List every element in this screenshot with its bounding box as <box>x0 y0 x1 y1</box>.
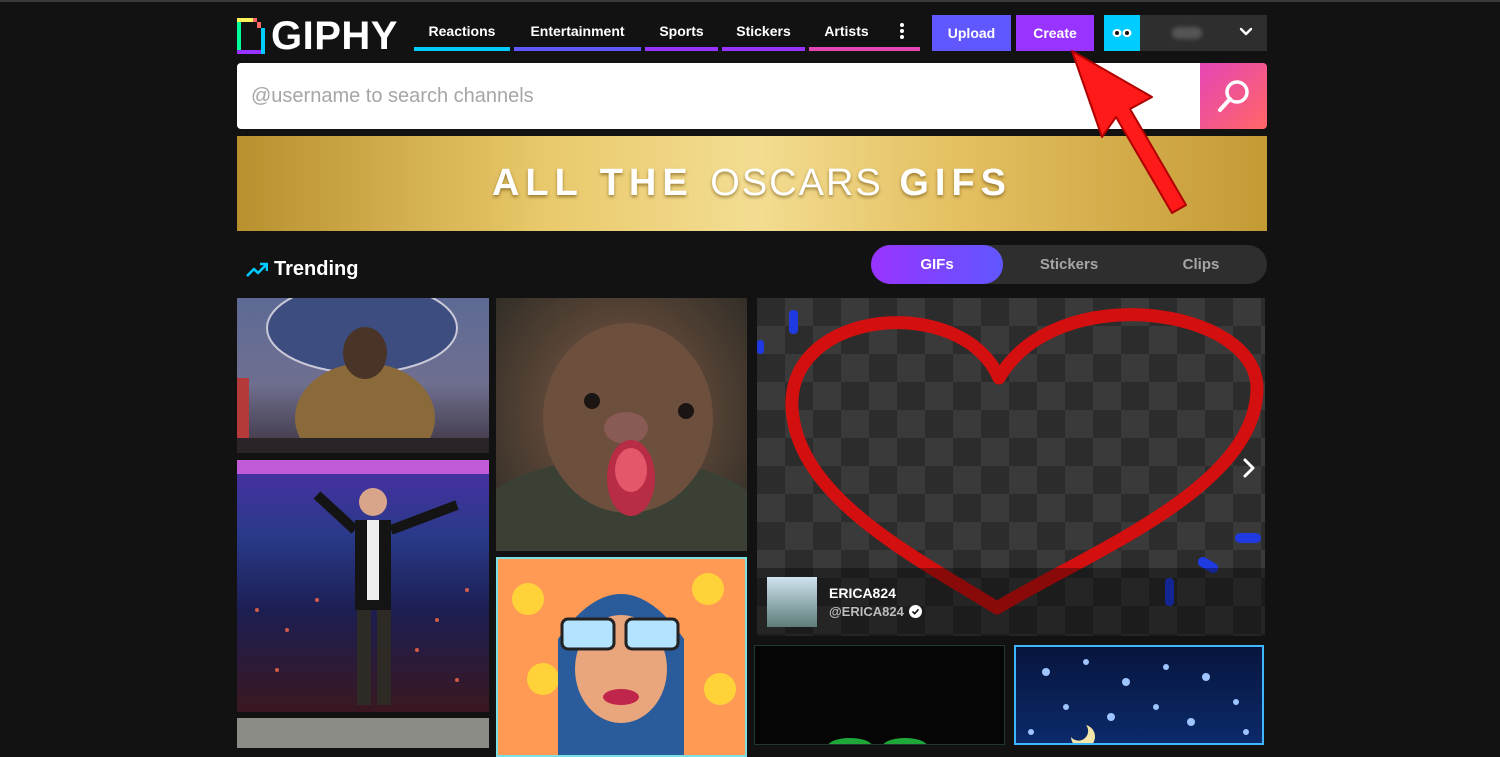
banner-part3: GIFS <box>899 162 1013 204</box>
vertical-dots-icon <box>900 23 904 39</box>
gif-tile-dancing-man[interactable] <box>237 460 489 712</box>
nav-stickers[interactable]: Stickers <box>722 15 805 51</box>
logo-wordmark: GIPHY <box>271 14 398 58</box>
gif-image <box>828 738 927 744</box>
nav-more-button[interactable] <box>884 15 920 51</box>
gif-image <box>1028 659 1249 743</box>
chevron-down-icon <box>1239 27 1253 36</box>
trending-title: Trending <box>274 258 359 280</box>
nav-label: Stickers <box>736 23 791 39</box>
nav-reactions[interactable]: Reactions <box>414 15 510 51</box>
tab-clips[interactable]: Clips <box>1135 245 1267 284</box>
gif-image <box>496 323 747 551</box>
creator-name: ERICA824 <box>829 585 896 601</box>
gif-image <box>237 298 489 453</box>
creator-handle-row: @ERICA824 <box>829 604 922 619</box>
verified-check-icon <box>908 605 922 618</box>
username-blurred <box>1172 27 1202 39</box>
carousel-next-arrow[interactable] <box>1241 457 1257 484</box>
nav-artists[interactable]: Artists <box>809 15 884 51</box>
content-type-tabs: GIFs Stickers Clips <box>871 245 1267 284</box>
upload-button[interactable]: Upload <box>932 15 1011 51</box>
gif-tile-happy-birthday[interactable] <box>496 557 747 757</box>
gif-tile-dark[interactable] <box>754 645 1005 745</box>
gif-tile-press-briefing[interactable] <box>237 298 489 453</box>
nav-underline <box>514 47 641 51</box>
search-bar <box>237 63 1200 129</box>
avatar-eyes-icon <box>1112 29 1132 37</box>
window-top-border <box>0 0 1500 2</box>
banner-text: ALL THE OSCARS GIFS <box>492 162 1012 205</box>
red-arrow-icon <box>1071 50 1187 214</box>
nav-sports[interactable]: Sports <box>645 15 718 51</box>
trending-arrow-icon <box>246 262 268 277</box>
nav-underline <box>414 47 510 51</box>
tab-gifs[interactable]: GIFs <box>871 245 1003 284</box>
nav-underline <box>722 47 805 51</box>
gif-tile-partial[interactable] <box>237 718 489 748</box>
banner-part1: ALL THE <box>491 162 694 204</box>
gif-image <box>512 573 736 755</box>
creator-handle: @ERICA824 <box>829 604 904 619</box>
main-nav: Reactions Entertainment Sports Stickers … <box>414 15 920 51</box>
creator-info: ERICA824 @ERICA824 <box>829 585 922 619</box>
gif-image <box>237 460 489 705</box>
annotation-arrow <box>1060 45 1200 225</box>
tab-stickers[interactable]: Stickers <box>1003 245 1135 284</box>
creator-avatar <box>767 577 817 627</box>
chevron-right-icon <box>1243 458 1255 478</box>
search-input[interactable] <box>237 63 1177 129</box>
nav-label: Reactions <box>428 23 496 39</box>
nav-label: Sports <box>659 23 704 39</box>
giphy-logo[interactable]: GIPHY <box>237 14 398 58</box>
banner-oscars-logo: OSCARS <box>710 162 883 204</box>
search-button[interactable] <box>1200 63 1267 129</box>
giphy-logo-icon <box>237 18 265 54</box>
nav-underline <box>809 47 884 51</box>
search-icon <box>1217 80 1249 112</box>
gif-tile-snowflakes[interactable] <box>1014 645 1264 745</box>
trending-header: Trending <box>246 258 358 281</box>
nav-underline <box>645 47 718 51</box>
nav-underline <box>884 47 920 51</box>
featured-attribution[interactable]: ERICA824 @ERICA824 <box>767 577 922 627</box>
nav-label: Artists <box>824 23 869 39</box>
gif-tile-baby-sloth[interactable] <box>496 298 747 551</box>
nav-entertainment[interactable]: Entertainment <box>514 15 641 51</box>
nav-label: Entertainment <box>530 23 625 39</box>
